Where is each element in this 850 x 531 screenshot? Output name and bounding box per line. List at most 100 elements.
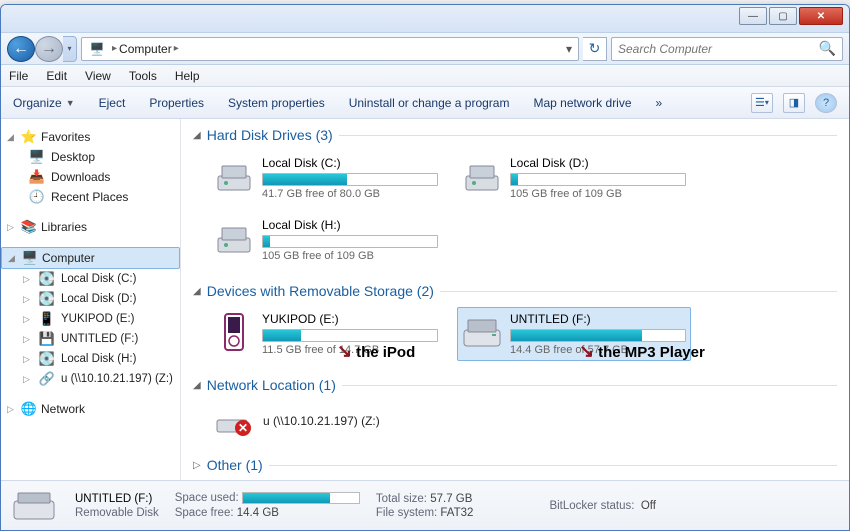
drive-icon [462, 312, 502, 352]
breadcrumb-sep-icon: ▸ [112, 43, 117, 54]
close-button[interactable]: ✕ [799, 7, 843, 25]
toolbar-overflow[interactable]: » [656, 96, 663, 110]
toolbar-system-properties[interactable]: System properties [228, 96, 325, 110]
drive-usage-bar [262, 329, 438, 342]
expand-icon[interactable]: ▷ [7, 404, 17, 415]
section-removable-header[interactable]: ◢Devices with Removable Storage (2) [193, 281, 837, 301]
toolbar-eject[interactable]: Eject [99, 96, 126, 110]
sidebar-network[interactable]: ▷🌐Network [1, 399, 180, 419]
nav-history-dropdown[interactable]: ▾ [63, 36, 77, 62]
collapse-icon[interactable]: ◢ [7, 132, 17, 143]
drive-info: 11.5 GB free of 14.7 GB [262, 344, 438, 356]
expand-icon[interactable]: ▷ [23, 274, 33, 285]
downloads-icon: 📥 [29, 169, 45, 185]
refresh-button[interactable]: ↻ [583, 37, 607, 61]
view-options-button[interactable]: ☰▾ [751, 93, 773, 113]
sidebar-favorites[interactable]: ◢⭐Favorites [1, 127, 180, 147]
sidebar-downloads[interactable]: 📥Downloads [1, 167, 180, 187]
sidebar-recent[interactable]: 🕘Recent Places [1, 187, 180, 207]
sidebar-drive-c[interactable]: ▷💽Local Disk (C:) [1, 269, 180, 289]
expand-icon[interactable]: ▷ [23, 314, 33, 325]
preview-pane-button[interactable]: ◨ [783, 93, 805, 113]
expand-icon[interactable]: ▷ [23, 294, 33, 305]
toolbar-organize[interactable]: Organize ▼ [13, 96, 75, 110]
expand-icon[interactable]: ▷ [23, 334, 33, 345]
drive-icon [214, 312, 254, 352]
collapse-icon[interactable]: ◢ [193, 380, 201, 391]
svg-text:✕: ✕ [238, 421, 248, 435]
search-icon: 🔍 [819, 40, 836, 57]
drive-item[interactable]: Local Disk (D:) 105 GB free of 109 GB [457, 151, 691, 205]
toolbar-uninstall[interactable]: Uninstall or change a program [349, 96, 510, 110]
sidebar-drive-z[interactable]: ▷🔗u (\\10.10.21.197) (Z:) [1, 369, 180, 389]
drive-name: Local Disk (D:) [510, 156, 686, 170]
libraries-icon: 📚 [21, 219, 37, 235]
sidebar-libraries[interactable]: ▷📚Libraries [1, 217, 180, 237]
expand-icon[interactable]: ▷ [23, 374, 33, 385]
drive-icon [214, 218, 254, 258]
details-bitlocker-value: Off [641, 500, 656, 512]
network-drive-item[interactable]: ✕ u (\\10.10.21.197) (Z:) [193, 395, 837, 447]
network-icon: 🌐 [21, 401, 37, 417]
drive-name: YUKIPOD (E:) [262, 312, 438, 326]
titlebar: — ▢ ✕ [1, 5, 849, 33]
collapse-icon[interactable]: ◢ [193, 286, 201, 297]
toolbar-properties[interactable]: Properties [149, 96, 204, 110]
drive-item[interactable]: YUKIPOD (E:) 11.5 GB free of 14.7 GB [209, 307, 443, 361]
menu-view[interactable]: View [85, 69, 111, 83]
drive-info: 41.7 GB free of 80.0 GB [262, 188, 438, 200]
toolbar-map-drive[interactable]: Map network drive [533, 96, 631, 110]
nav-bar: ← → ▾ 🖥️ ▸ Computer ▸ ▾ ↻ 🔍 [1, 33, 849, 65]
back-button[interactable]: ← [7, 36, 35, 62]
menu-edit[interactable]: Edit [46, 69, 67, 83]
forward-button[interactable]: → [35, 36, 63, 62]
section-hdd-header[interactable]: ◢Hard Disk Drives (3) [193, 125, 837, 145]
expand-icon[interactable]: ▷ [193, 460, 201, 471]
minimize-button[interactable]: — [739, 7, 767, 25]
sidebar-drive-e[interactable]: ▷📱YUKIPOD (E:) [1, 309, 180, 329]
address-dropdown-icon[interactable]: ▾ [566, 42, 572, 56]
drive-usage-bar [262, 173, 438, 186]
section-network-header[interactable]: ◢Network Location (1) [193, 375, 837, 395]
details-pane: UNTITLED (F:) Removable Disk Space used:… [1, 480, 849, 530]
section-other-header[interactable]: ▷Other (1) [193, 455, 837, 475]
sidebar-drive-d[interactable]: ▷💽Local Disk (D:) [1, 289, 180, 309]
sidebar-computer[interactable]: ◢🖥️Computer [1, 247, 180, 269]
maximize-button[interactable]: ▢ [769, 7, 797, 25]
details-fs-value: FAT32 [440, 507, 473, 519]
search-box[interactable]: 🔍 [611, 37, 843, 61]
desktop-icon: 🖥️ [29, 149, 45, 165]
details-total-value: 57.7 GB [430, 493, 472, 505]
chevron-down-icon: ▼ [66, 98, 75, 108]
menu-help[interactable]: Help [175, 69, 200, 83]
expand-icon[interactable]: ▷ [7, 222, 17, 233]
removable-icon: 💾 [39, 331, 55, 347]
details-used-label: Space used: [175, 493, 239, 505]
menu-tools[interactable]: Tools [129, 69, 157, 83]
collapse-icon[interactable]: ◢ [8, 253, 18, 264]
network-drive-label: u (\\10.10.21.197) (Z:) [263, 414, 380, 428]
details-free-label: Space free: [175, 507, 234, 519]
main-content: ◢Hard Disk Drives (3) Local Disk (C:) 41.… [181, 119, 849, 480]
drive-info: 14.4 GB free of 57.7 GB [510, 344, 686, 356]
sidebar-desktop[interactable]: 🖥️Desktop [1, 147, 180, 167]
breadcrumb-location[interactable]: Computer [119, 42, 172, 56]
drive-item[interactable]: Local Disk (H:)105 GB free of 109 GB [209, 213, 443, 267]
drive-name: Local Disk (C:) [262, 156, 438, 170]
drive-info: 105 GB free of 109 GB [510, 188, 686, 200]
network-drive-error-icon: ✕ [213, 401, 253, 441]
drive-item[interactable]: Local Disk (C:) 41.7 GB free of 80.0 GB [209, 151, 443, 205]
hdd-icon: 💽 [39, 291, 55, 307]
sidebar-drive-h[interactable]: ▷💽Local Disk (H:) [1, 349, 180, 369]
sidebar-drive-f[interactable]: ▷💾UNTITLED (F:) [1, 329, 180, 349]
address-bar[interactable]: 🖥️ ▸ Computer ▸ ▾ [81, 37, 579, 61]
drive-item[interactable]: UNTITLED (F:)14.4 GB free of 57.7 GB [457, 307, 691, 361]
drive-name: Local Disk (H:) [262, 218, 438, 232]
details-free-value: 14.4 GB [237, 507, 279, 519]
collapse-icon[interactable]: ◢ [193, 130, 201, 141]
computer-icon: 🖥️ [88, 40, 106, 58]
expand-icon[interactable]: ▷ [23, 354, 33, 365]
help-button[interactable]: ? [815, 93, 837, 113]
menu-file[interactable]: File [9, 69, 28, 83]
search-input[interactable] [618, 42, 819, 56]
